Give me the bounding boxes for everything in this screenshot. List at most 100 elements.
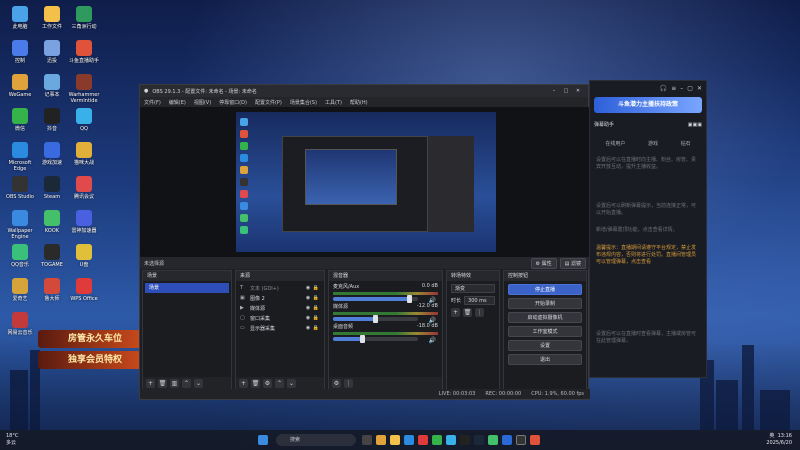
eye-icon[interactable]: ◉: [304, 315, 312, 321]
ime-indicator[interactable]: 英: [769, 433, 774, 439]
settings-button[interactable]: 设置: [508, 340, 582, 351]
remove-scene-button[interactable]: 🗑: [158, 378, 167, 388]
lock-icon[interactable]: 🔒: [312, 325, 320, 331]
start-recording-button[interactable]: 开始录制: [508, 298, 582, 309]
qq-icon[interactable]: [446, 435, 456, 445]
tab-online-users[interactable]: 在线用户: [605, 140, 625, 147]
edge-icon[interactable]: [404, 435, 414, 445]
promo-banner-2[interactable]: 独享会员特权: [38, 351, 142, 369]
desktop-icon[interactable]: Microsoft Edge: [4, 142, 36, 172]
taskbar-search[interactable]: 搜索: [276, 434, 356, 446]
lock-icon[interactable]: 🔒: [312, 285, 320, 291]
remove-transition-button[interactable]: 🗑: [463, 308, 472, 317]
lock-icon[interactable]: 🔒: [312, 315, 320, 321]
wps-icon[interactable]: [418, 435, 428, 445]
stop-streaming-button[interactable]: 停止直播: [508, 284, 582, 295]
add-source-button[interactable]: +: [239, 378, 248, 388]
source-row[interactable]: ▣ 图像 2 ◉ 🔒: [236, 293, 324, 303]
menu-docks[interactable]: 停靠窗口(D): [219, 99, 247, 106]
desktop-icon[interactable]: Warhammer Vermintide: [68, 74, 100, 104]
restore-icon[interactable]: ▢: [687, 85, 693, 92]
eye-icon[interactable]: ◉: [304, 295, 312, 301]
desktop-icon[interactable]: Steam: [36, 176, 68, 200]
desktop-icon[interactable]: 游戏加速: [36, 142, 68, 166]
desktop-icon[interactable]: 网易云音乐: [4, 312, 36, 336]
desktop-icon[interactable]: 鲁大师: [36, 278, 68, 302]
lock-icon[interactable]: 🔒: [312, 305, 320, 311]
source-row[interactable]: ▭ 显示器采集 ◉ 🔒: [236, 323, 324, 333]
volume-slider[interactable]: [333, 335, 418, 343]
close-icon[interactable]: ✕: [697, 85, 702, 92]
eye-icon[interactable]: ◉: [304, 325, 312, 331]
source-row[interactable]: T 文本 (GDI+) ◉ 🔒: [236, 283, 324, 293]
source-properties-button[interactable]: ⚙: [263, 378, 272, 388]
source-row[interactable]: ▢ 窗口采集 ◉ 🔒: [236, 313, 324, 323]
source-row[interactable]: ▶ 媒体源 ◉ 🔒: [236, 303, 324, 313]
start-virtual-camera-button[interactable]: 启动虚拟摄像机: [508, 312, 582, 323]
desktop-icon[interactable]: QQ音乐: [4, 244, 36, 268]
store-icon[interactable]: [502, 435, 512, 445]
steam-icon[interactable]: [474, 435, 484, 445]
transition-select[interactable]: 渐变: [451, 284, 495, 293]
desktop-icon[interactable]: 雷神加速器: [68, 210, 100, 234]
tab-games[interactable]: 游戏: [648, 140, 658, 147]
move-up-button[interactable]: ⌃: [275, 378, 284, 388]
move-down-button[interactable]: ⌄: [194, 378, 203, 388]
duration-input[interactable]: 300 ms: [464, 296, 495, 305]
start-icon[interactable]: [258, 435, 268, 445]
preview-canvas[interactable]: [236, 112, 496, 252]
move-up-button[interactable]: ⌃: [182, 378, 191, 388]
more-icon[interactable]: ▣: [697, 122, 702, 128]
weather-widget[interactable]: 18°C 多云: [6, 433, 18, 447]
desktop-icon[interactable]: 微信: [4, 108, 36, 132]
scene-item[interactable]: 场景: [145, 283, 229, 293]
promo-banner[interactable]: 房管永久车位: [38, 330, 142, 348]
add-scene-button[interactable]: +: [146, 378, 155, 388]
add-transition-button[interactable]: +: [451, 308, 460, 317]
desktop-icon[interactable]: KOOK: [36, 210, 68, 234]
studio-mode-button[interactable]: 工作室模式: [508, 326, 582, 337]
desktop-icon[interactable]: 抖音: [36, 108, 68, 132]
desktop-icon[interactable]: WeGame: [4, 74, 36, 98]
mixer-menu-icon[interactable]: ⋮: [344, 378, 353, 388]
widgets-icon[interactable]: [376, 435, 386, 445]
scene-filters-button[interactable]: ▥: [170, 378, 179, 388]
menu-tools[interactable]: 工具(T): [325, 99, 342, 106]
desktop-icon[interactable]: 控制: [4, 40, 36, 64]
filters-button[interactable]: ▤ 滤镜: [559, 257, 586, 269]
douyu-icon[interactable]: [530, 435, 540, 445]
properties-button[interactable]: ⚙ 属性: [530, 257, 557, 269]
desktop-icon[interactable]: 爱奇艺: [4, 278, 36, 302]
task-view-icon[interactable]: [362, 435, 372, 445]
desktop-icon[interactable]: U盘: [68, 244, 100, 268]
speaker-icon[interactable]: 🔊: [429, 337, 436, 344]
menu-icon[interactable]: ≡: [671, 85, 676, 92]
desktop-icon[interactable]: 此电脑: [4, 6, 36, 30]
desktop-icon[interactable]: 迅投: [36, 40, 68, 64]
exit-button[interactable]: 退出: [508, 354, 582, 365]
kook-icon[interactable]: [488, 435, 498, 445]
headset-icon[interactable]: 🎧: [660, 85, 667, 92]
obs-taskbar-icon[interactable]: [516, 435, 526, 445]
desktop-icon[interactable]: 记事本: [36, 74, 68, 98]
eye-icon[interactable]: ◉: [304, 285, 312, 291]
minimize-icon[interactable]: –: [680, 85, 683, 92]
desktop-icon[interactable]: QQ: [68, 108, 100, 132]
advanced-audio-icon[interactable]: ⚙: [332, 378, 341, 388]
desktop-icon[interactable]: 腾讯会议: [68, 176, 100, 200]
menu-edit[interactable]: 编辑(E): [169, 99, 186, 106]
move-down-button[interactable]: ⌄: [287, 378, 296, 388]
desktop-icon[interactable]: TOGAME: [36, 244, 68, 268]
panel-tip-text[interactable]: 新增/弹幕置顶功能，点击查看详情。: [590, 227, 706, 234]
desktop-icon[interactable]: OBS Studio: [4, 176, 36, 200]
explorer-icon[interactable]: [390, 435, 400, 445]
close-icon[interactable]: ✕: [572, 88, 584, 94]
game-icon[interactable]: [460, 435, 470, 445]
desktop-icon[interactable]: 三角洲行动: [68, 6, 100, 30]
menu-scene-collection[interactable]: 场景集合(S): [290, 99, 317, 106]
remove-source-button[interactable]: 🗑: [251, 378, 260, 388]
panel-banner[interactable]: 斗鱼潜力主播扶持政策: [594, 97, 702, 113]
desktop-icon[interactable]: 斗鱼直播助手: [68, 40, 100, 64]
system-clock[interactable]: 英 13:16 2025/6/20: [766, 433, 792, 447]
lock-icon[interactable]: 🔒: [312, 295, 320, 301]
